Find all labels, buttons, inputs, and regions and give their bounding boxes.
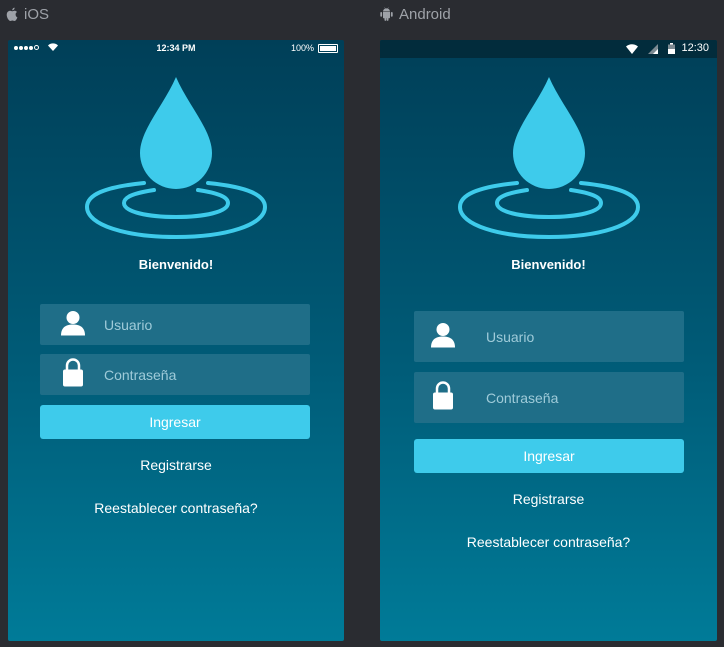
water-drop-logo <box>457 77 640 240</box>
lock-icon <box>62 357 84 392</box>
username-placeholder: Usuario <box>104 316 153 333</box>
water-drop-logo <box>84 77 268 240</box>
reset-password-link[interactable]: Reestablecer contraseña? <box>8 500 344 516</box>
ios-status-bar: 12:34 PM 100% <box>8 40 344 58</box>
login-button[interactable]: Ingresar <box>40 405 310 439</box>
welcome-heading: Bienvenido! <box>138 257 214 272</box>
battery-percentage: 100% <box>290 43 314 53</box>
android-status-bar: 12:30 <box>380 40 717 58</box>
password-placeholder: Contraseña <box>104 366 177 383</box>
username-field[interactable]: Usuario <box>414 311 684 362</box>
android-label-text: Android <box>399 5 451 23</box>
register-link[interactable]: Registrarse <box>380 491 717 507</box>
android-icon <box>380 7 393 21</box>
user-icon <box>430 321 456 352</box>
password-field[interactable]: Contraseña <box>40 354 310 395</box>
username-field[interactable]: Usuario <box>40 304 310 345</box>
ios-platform-label: iOS <box>6 4 49 24</box>
lock-icon <box>432 380 454 415</box>
login-button[interactable]: Ingresar <box>414 439 684 473</box>
username-placeholder: Usuario <box>486 328 535 345</box>
welcome-heading: Bienvenido! <box>511 257 586 272</box>
ios-label-text: iOS <box>24 5 50 23</box>
reset-password-link[interactable]: Reestablecer contraseña? <box>380 534 717 550</box>
signal-icon <box>648 43 658 57</box>
battery-icon <box>668 43 675 57</box>
ios-phone-screen: 12:34 PM 100% Bienvenido! Usuario Contra… <box>8 40 344 641</box>
password-field[interactable]: Contraseña <box>414 372 684 423</box>
android-phone-screen: 12:30 Bienvenido! Usuario Contraseña Ing… <box>380 40 717 641</box>
android-platform-label: Android <box>380 4 451 24</box>
password-placeholder: Contraseña <box>486 389 559 406</box>
register-link[interactable]: Registrarse <box>8 457 344 473</box>
user-icon <box>60 309 86 340</box>
apple-icon <box>6 7 18 21</box>
battery-icon <box>318 44 338 53</box>
wifi-icon <box>626 43 638 57</box>
status-time: 12:30 <box>681 42 709 54</box>
